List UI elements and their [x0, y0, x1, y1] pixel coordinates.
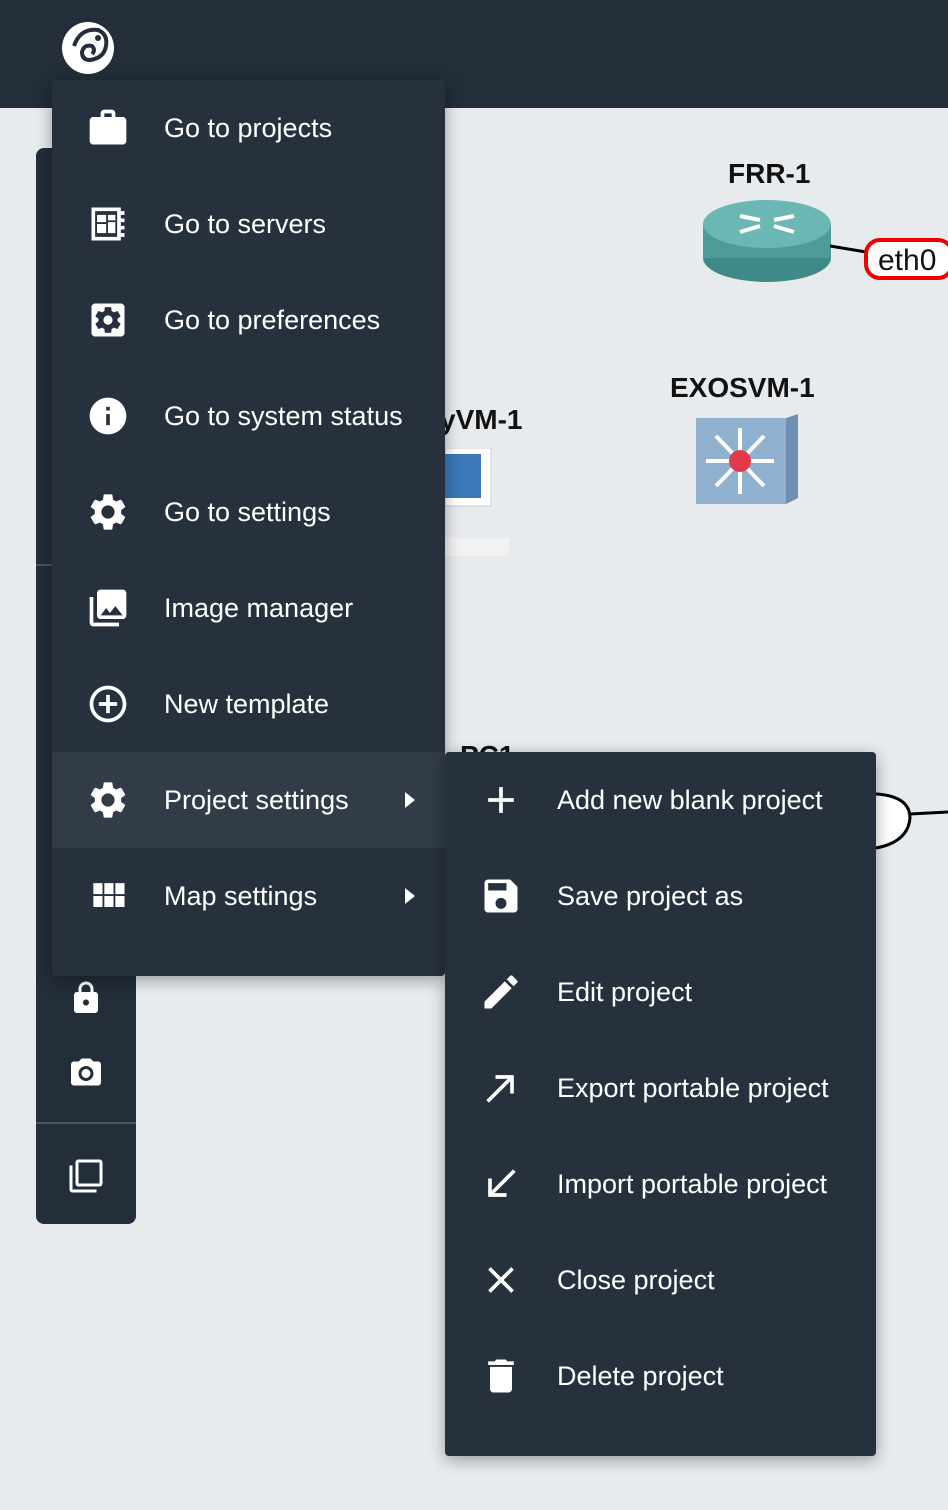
node-label-vm1: yVM-1 [440, 404, 523, 435]
camera-icon[interactable] [66, 1052, 106, 1092]
menu-item-label: Close project [557, 1264, 715, 1295]
save-icon [479, 874, 523, 918]
menu-item-go-to-system-status[interactable]: Go to system status [52, 368, 445, 464]
toolbar-divider [36, 1122, 136, 1124]
add-circle-icon [86, 682, 130, 726]
menu-item-label: Save project as [557, 880, 744, 911]
chevron-right-icon [405, 792, 415, 808]
menu-item-go-to-preferences[interactable]: Go to preferences [52, 272, 445, 368]
menu-item-close-project[interactable]: Close project [445, 1232, 876, 1328]
menu-item-label: Delete project [557, 1360, 724, 1391]
trash-icon [479, 1354, 523, 1398]
menu-item-label: Go to servers [164, 208, 327, 239]
menu-item-delete-project[interactable]: Delete project [445, 1328, 876, 1424]
menu-item-map-settings[interactable]: Map settings [52, 848, 445, 944]
lock-icon[interactable] [66, 978, 106, 1018]
app-logo-icon[interactable] [60, 16, 116, 76]
menu-item-new-template[interactable]: New template [52, 656, 445, 752]
copy-icon[interactable] [66, 1156, 106, 1196]
main-menu: Go to projects Go to servers Go to prefe… [52, 80, 445, 976]
menu-item-import-portable-project[interactable]: Import portable project [445, 1136, 876, 1232]
router-node-icon[interactable] [700, 194, 834, 286]
node-label-frr1: FRR-1 [728, 158, 811, 189]
menu-item-label: Import portable project [557, 1168, 828, 1199]
arrow-up-right-icon [479, 1066, 523, 1110]
menu-item-label: Add new blank project [557, 784, 823, 815]
menu-item-label: Project settings [164, 784, 349, 815]
menu-item-label: Go to settings [164, 496, 331, 527]
switch-node-icon[interactable] [696, 414, 798, 504]
grid-icon [86, 874, 130, 918]
menu-item-save-project-as[interactable]: Save project as [445, 848, 876, 944]
menu-item-label: Edit project [557, 976, 693, 1007]
images-icon [86, 586, 130, 630]
menu-item-add-new-blank-project[interactable]: Add new blank project [445, 752, 876, 848]
port-label-eth0: eth0 [864, 238, 948, 280]
pc-node-shape[interactable] [874, 786, 948, 852]
menu-item-edit-project[interactable]: Edit project [445, 944, 876, 1040]
preferences-icon [86, 298, 130, 342]
menu-item-label: Go to projects [164, 112, 333, 143]
menu-item-label: Go to preferences [164, 304, 381, 335]
menu-item-label: Export portable project [557, 1072, 829, 1103]
briefcase-icon [86, 106, 130, 150]
menu-item-label: New template [164, 688, 330, 719]
gear-icon [86, 778, 130, 822]
plus-icon [479, 778, 523, 822]
menu-item-image-manager[interactable]: Image manager [52, 560, 445, 656]
close-icon [479, 1258, 523, 1302]
node-label-exosvm1: EXOSVM-1 [670, 372, 815, 403]
menu-item-go-to-servers[interactable]: Go to servers [52, 176, 445, 272]
vm-node-icon[interactable] [444, 447, 509, 558]
menu-item-label: Map settings [164, 880, 318, 911]
menu-item-export-portable-project[interactable]: Export portable project [445, 1040, 876, 1136]
pencil-icon [479, 970, 523, 1014]
servers-icon [86, 202, 130, 246]
menu-item-go-to-settings[interactable]: Go to settings [52, 464, 445, 560]
menu-item-project-settings[interactable]: Project settings [52, 752, 445, 848]
menu-item-go-to-projects[interactable]: Go to projects [52, 80, 445, 176]
gear-icon [86, 490, 130, 534]
menu-item-label: Go to system status [164, 400, 403, 431]
info-icon [86, 394, 130, 438]
arrow-down-left-icon [479, 1162, 523, 1206]
chevron-right-icon [405, 888, 415, 904]
project-settings-submenu: Add new blank project Save project as Ed… [445, 752, 876, 1456]
menu-item-label: Image manager [164, 592, 354, 623]
